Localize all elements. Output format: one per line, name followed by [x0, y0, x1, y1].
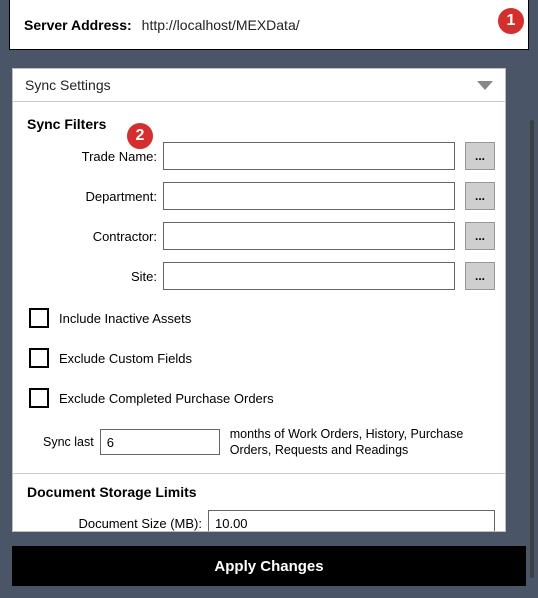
site-input[interactable] [163, 262, 455, 290]
sync-last-input[interactable] [100, 429, 220, 455]
chevron-down-icon [477, 81, 493, 90]
apply-changes-button[interactable]: Apply Changes [12, 546, 526, 586]
server-address-bar: Server Address: http://localhost/MEXData… [9, 0, 529, 50]
exclude-custom-fields-label: Exclude Custom Fields [59, 351, 192, 366]
document-storage-heading: Document Storage Limits [13, 474, 505, 510]
sync-last-row: Sync last months of Work Orders, History… [13, 422, 505, 474]
include-inactive-assets-row[interactable]: Include Inactive Assets [13, 302, 505, 334]
exclude-custom-fields-checkbox[interactable] [29, 348, 49, 368]
trade-name-browse-button[interactable]: ... [465, 142, 495, 170]
filter-row-department: Department: ... [13, 182, 505, 210]
sync-settings-header[interactable]: Sync Settings [13, 69, 505, 102]
sync-last-label: Sync last [43, 435, 94, 449]
contractor-browse-button[interactable]: ... [465, 222, 495, 250]
document-size-row: Document Size (MB): [13, 510, 505, 533]
sync-filters-heading: Sync Filters [13, 102, 505, 142]
filter-row-contractor: Contractor: ... [13, 222, 505, 250]
site-label: Site: [13, 269, 163, 284]
include-inactive-assets-checkbox[interactable] [29, 308, 49, 328]
trade-name-input[interactable] [163, 142, 455, 170]
exclude-completed-po-label: Exclude Completed Purchase Orders [59, 391, 274, 406]
sync-settings-title: Sync Settings [25, 77, 111, 93]
document-size-input[interactable] [208, 510, 495, 533]
exclude-custom-fields-row[interactable]: Exclude Custom Fields [13, 342, 505, 374]
content-area: Sync Settings Sync Filters Trade Name: .… [0, 50, 538, 532]
contractor-input[interactable] [163, 222, 455, 250]
department-input[interactable] [163, 182, 455, 210]
contractor-label: Contractor: [13, 229, 163, 244]
filter-row-site: Site: ... [13, 262, 505, 290]
vertical-scrollbar[interactable] [530, 120, 534, 578]
server-address-value: http://localhost/MEXData/ [142, 17, 300, 33]
exclude-completed-po-checkbox[interactable] [29, 388, 49, 408]
server-address-label: Server Address: [24, 17, 132, 33]
site-browse-button[interactable]: ... [465, 262, 495, 290]
sync-last-description: months of Work Orders, History, Purchase… [230, 426, 495, 459]
department-label: Department: [13, 189, 163, 204]
sync-settings-panel: Sync Settings Sync Filters Trade Name: .… [12, 68, 506, 532]
filter-row-trade-name: Trade Name: ... [13, 142, 505, 170]
callout-badge-2: 2 [125, 121, 155, 151]
department-browse-button[interactable]: ... [465, 182, 495, 210]
document-size-label: Document Size (MB): [13, 516, 208, 531]
exclude-completed-po-row[interactable]: Exclude Completed Purchase Orders [13, 382, 505, 414]
callout-badge-1: 1 [496, 6, 526, 36]
include-inactive-assets-label: Include Inactive Assets [59, 311, 191, 326]
